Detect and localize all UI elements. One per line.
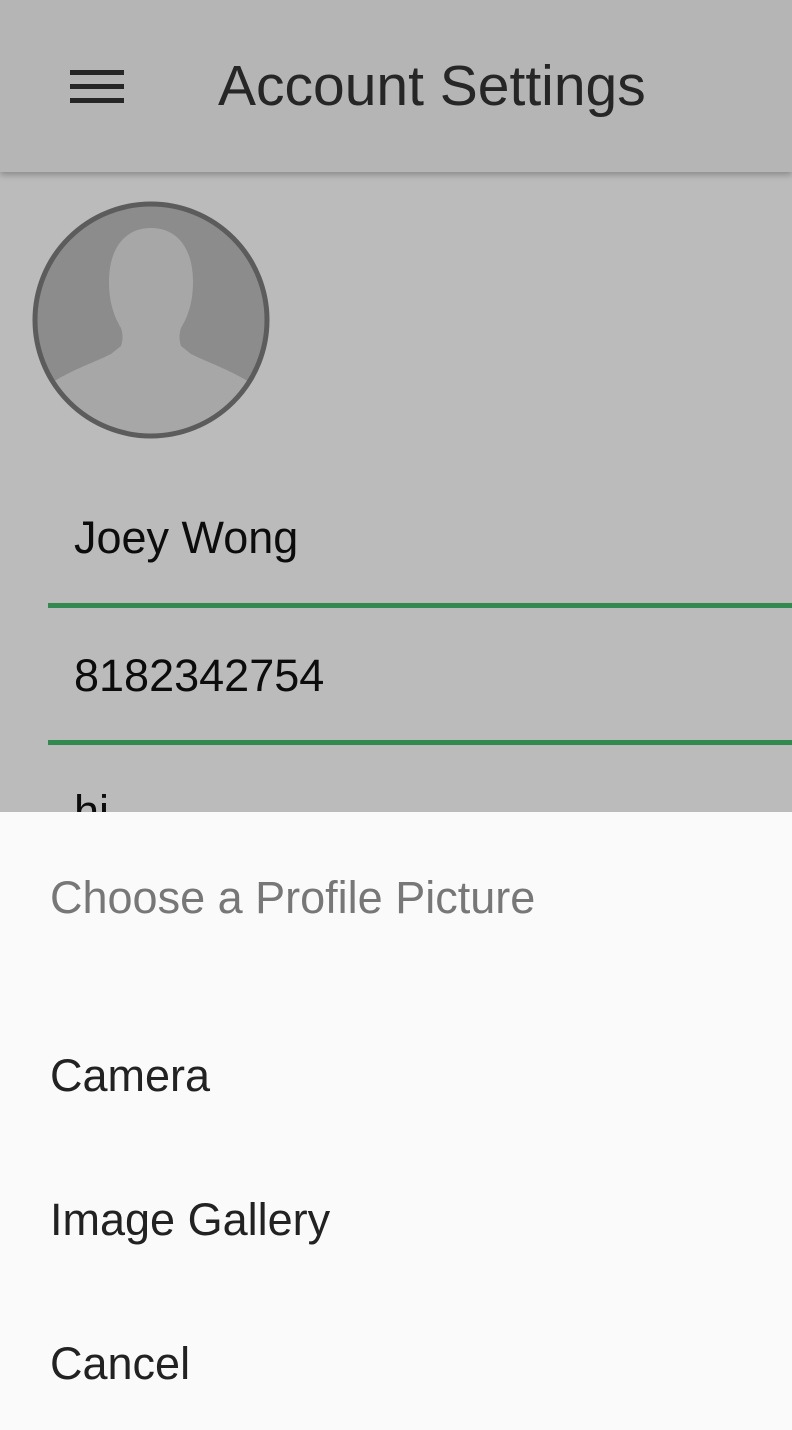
dialog-title: Choose a Profile Picture (50, 872, 536, 923)
account-settings-screen: Account Settings Joey Wong 8182342754 hi… (0, 0, 792, 1430)
image-gallery-option-label: Image Gallery (50, 1194, 331, 1245)
cancel-option[interactable]: Cancel (0, 1304, 792, 1424)
camera-option[interactable]: Camera (0, 1016, 792, 1136)
image-gallery-option[interactable]: Image Gallery (0, 1160, 792, 1280)
profile-picture-dialog: Choose a Profile Picture Camera Image Ga… (0, 812, 792, 1430)
cancel-option-label: Cancel (50, 1338, 191, 1389)
dialog-scrim[interactable] (0, 0, 792, 812)
camera-option-label: Camera (50, 1050, 211, 1101)
